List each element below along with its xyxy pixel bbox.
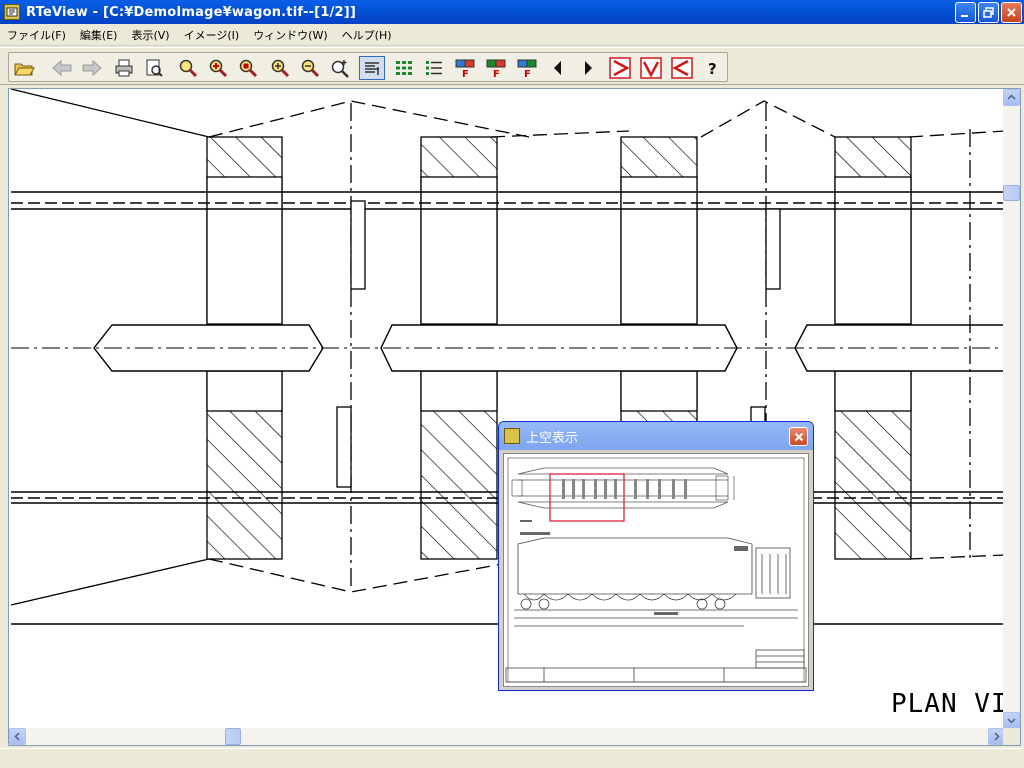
title-bar[interactable]: RTeView - [C:¥DemoImage¥wagon.tif--[1/2]… (0, 0, 1024, 24)
rotate-left-icon (671, 57, 693, 79)
menu-view[interactable]: 表示(V) (124, 25, 176, 45)
svg-text:F: F (493, 69, 500, 79)
horizontal-scrollbar[interactable] (9, 728, 1005, 745)
zoom-fit-button[interactable] (235, 56, 261, 80)
next-page-icon (585, 61, 592, 75)
layer-f3-icon: F (517, 59, 537, 79)
restore-button[interactable] (978, 2, 999, 23)
chevron-right-icon (994, 732, 1000, 741)
view-detail-button[interactable] (421, 56, 447, 80)
open-folder-icon (14, 63, 35, 76)
svg-text:F: F (524, 69, 531, 79)
print-preview-icon (146, 59, 163, 77)
layer-f1-icon: F (455, 59, 475, 79)
close-icon (1007, 8, 1016, 17)
chevron-down-icon (1007, 718, 1016, 724)
scroll-left-button[interactable] (9, 728, 26, 745)
menu-help[interactable]: ヘルプ(H) (335, 25, 399, 45)
minimize-icon (961, 15, 968, 17)
overview-thumbnail[interactable] (503, 453, 809, 687)
minimize-button[interactable] (955, 2, 976, 23)
zoom-in-icon (209, 59, 228, 78)
scrollbar-corner (1003, 728, 1020, 745)
next-page-button[interactable] (575, 56, 601, 80)
app-icon[interactable] (4, 4, 20, 20)
forward-button[interactable] (79, 56, 105, 80)
overview-app-icon (504, 428, 520, 444)
status-bar (0, 748, 1024, 768)
overview-title: 上空表示 (526, 430, 579, 446)
vertical-scroll-thumb[interactable] (1003, 185, 1020, 201)
print-preview-button[interactable] (141, 56, 167, 80)
view-grid-button[interactable] (391, 56, 417, 80)
window-title: RTeView - [C:¥DemoImage¥wagon.tif--[1/2]… (26, 4, 357, 20)
zoom-fit-icon (239, 59, 258, 78)
horizontal-scroll-thumb[interactable] (225, 728, 241, 745)
menu-file[interactable]: ファイル(F) (0, 25, 73, 45)
zoom-plus-icon (271, 59, 290, 78)
toolbar-band: F F F ? (8, 52, 728, 82)
zoom-plus-button[interactable] (267, 56, 293, 80)
rotate-left-button[interactable] (669, 56, 695, 80)
view-list-icon (365, 62, 379, 75)
svg-text:?: ? (708, 60, 717, 78)
scroll-down-button[interactable] (1003, 712, 1020, 729)
view-grid-icon (396, 61, 412, 75)
toolbar: F F F ? (0, 47, 1024, 85)
view-list-button[interactable] (359, 56, 385, 80)
menu-edit[interactable]: 編集(E) (73, 25, 125, 45)
vertical-scrollbar[interactable] (1003, 89, 1020, 729)
menu-window[interactable]: ウィンドウ(W) (246, 25, 334, 45)
rteview-app-window: RTeView - [C:¥DemoImage¥wagon.tif--[1/2]… (0, 0, 1024, 768)
svg-text:F: F (462, 69, 469, 79)
scroll-up-button[interactable] (1003, 89, 1020, 106)
layer-f1-button[interactable]: F (452, 56, 478, 80)
forward-arrow-icon (82, 59, 102, 77)
print-button[interactable] (111, 56, 137, 80)
overview-window[interactable]: 上空表示 (498, 421, 814, 691)
layer-f3-button[interactable]: F (514, 56, 540, 80)
layer-f2-button[interactable]: F (483, 56, 509, 80)
prev-page-button[interactable] (545, 56, 571, 80)
back-button[interactable] (49, 56, 75, 80)
view-detail-icon (426, 61, 442, 75)
help-icon: ? (708, 60, 717, 78)
zoom-minus-icon (301, 59, 320, 78)
overview-close-button[interactable] (789, 427, 808, 446)
restore-icon (983, 7, 994, 18)
back-arrow-icon (52, 59, 72, 77)
zoom-actual-button[interactable] (327, 56, 353, 80)
rotate-down-icon (640, 57, 662, 79)
zoom-area-button[interactable] (175, 56, 201, 80)
print-icon (115, 59, 133, 77)
open-button[interactable] (11, 56, 37, 80)
layer-f2-icon: F (486, 59, 506, 79)
chevron-left-icon (14, 732, 20, 741)
chevron-up-icon (1007, 94, 1016, 100)
plan-view-label: PLAN VI (891, 689, 1005, 719)
menu-bar: ファイル(F) 編集(E) 表示(V) イメージ(I) ウィンドウ(W) ヘルプ… (0, 24, 1024, 46)
drawing-thumbnail (505, 457, 807, 683)
zoom-minus-button[interactable] (297, 56, 323, 80)
menu-image[interactable]: イメージ(I) (177, 25, 247, 45)
close-icon (794, 432, 803, 441)
help-button[interactable]: ? (700, 56, 726, 80)
zoom-area-icon (179, 59, 198, 78)
close-button[interactable] (1001, 2, 1022, 23)
viewport-rectangle (549, 473, 625, 522)
zoom-in-button[interactable] (205, 56, 231, 80)
zoom-actual-icon (331, 60, 349, 78)
overview-title-bar[interactable]: 上空表示 (499, 422, 813, 450)
rotate-right-icon (609, 57, 631, 79)
rotate-right-button[interactable] (607, 56, 633, 80)
prev-page-icon (554, 61, 561, 75)
rotate-down-button[interactable] (638, 56, 664, 80)
